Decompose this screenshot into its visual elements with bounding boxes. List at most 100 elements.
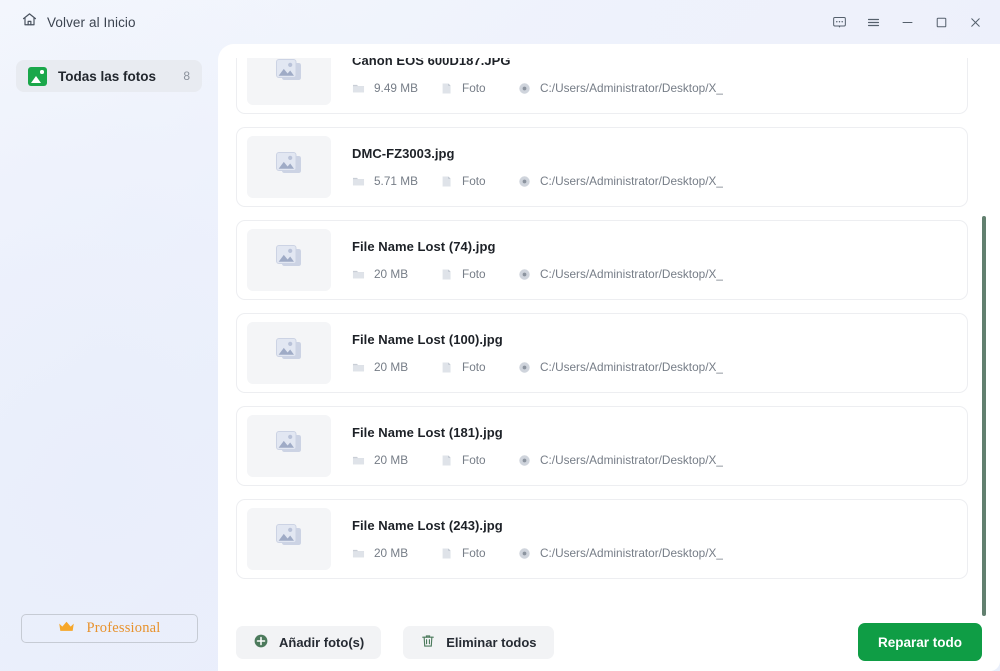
file-info: File Name Lost (243).jpg 20 MB Foto C:/U… (352, 518, 967, 560)
sidebar: Todas las fotos 8 Professional (0, 44, 218, 671)
file-meta: 9.49 MB Foto C:/Users/Administrator/Desk… (352, 81, 967, 95)
file-name: File Name Lost (181).jpg (352, 425, 503, 440)
file-path: C:/Users/Administrator/Desktop/X_ (540, 453, 723, 467)
file-info: File Name Lost (181).jpg 20 MB Foto C:/U… (352, 425, 967, 467)
file-location-icon (518, 547, 531, 560)
footer-toolbar: Añadir foto(s) Eliminar todos Reparar to… (218, 613, 1000, 671)
file-size-icon (352, 361, 365, 374)
minimize-icon[interactable] (890, 7, 924, 37)
file-path: C:/Users/Administrator/Desktop/X_ (540, 267, 723, 281)
file-thumbnail (247, 322, 331, 384)
file-type-icon (440, 454, 453, 467)
file-meta: 20 MB Foto C:/Users/Administrator/Deskto… (352, 360, 967, 374)
file-type-icon (440, 361, 453, 374)
file-list-scrollbar[interactable] (982, 58, 986, 616)
trash-icon (420, 633, 436, 652)
file-name: Canon EOS 600D187.JPG (352, 58, 511, 68)
menu-icon[interactable] (856, 7, 890, 37)
photo-icon (28, 66, 47, 86)
delete-all-label: Eliminar todos (446, 634, 537, 650)
feedback-icon[interactable] (822, 7, 856, 37)
file-location-icon (518, 175, 531, 188)
file-meta: 5.71 MB Foto C:/Users/Administrator/Desk… (352, 174, 967, 188)
file-type: Foto (462, 546, 486, 560)
sidebar-item-all-photos[interactable]: Todas las fotos 8 (16, 60, 202, 92)
title-bar: Volver al Inicio (0, 0, 1000, 44)
file-thumbnail (247, 508, 331, 570)
professional-upgrade-button[interactable]: Professional (21, 614, 198, 643)
image-placeholder-icon (272, 429, 306, 464)
plus-circle-icon (253, 633, 269, 652)
file-path: C:/Users/Administrator/Desktop/X_ (540, 174, 723, 188)
add-photos-button[interactable]: Añadir foto(s) (236, 625, 382, 659)
file-size-icon (352, 547, 365, 560)
back-to-home-button[interactable]: Volver al Inicio (17, 8, 140, 36)
file-row[interactable]: File Name Lost (100).jpg 20 MB Foto C:/U… (236, 313, 968, 393)
file-size: 9.49 MB (374, 81, 418, 95)
file-thumbnail (247, 415, 331, 477)
file-info: Canon EOS 600D187.JPG 9.49 MB Foto C:/Us… (352, 58, 967, 95)
sidebar-item-label: Todas las fotos (58, 68, 157, 84)
file-meta: 20 MB Foto C:/Users/Administrator/Deskto… (352, 267, 967, 281)
image-placeholder-icon (272, 336, 306, 371)
file-thumbnail (247, 136, 331, 198)
file-size: 20 MB (374, 453, 409, 467)
image-placeholder-icon (272, 522, 306, 557)
file-path: C:/Users/Administrator/Desktop/X_ (540, 81, 723, 95)
file-type-icon (440, 268, 453, 281)
file-type-icon (440, 547, 453, 560)
file-info: File Name Lost (100).jpg 20 MB Foto C:/U… (352, 332, 967, 374)
file-name: File Name Lost (100).jpg (352, 332, 503, 347)
app-window: Volver al Inicio Todas las fotos 8 Profe… (0, 0, 1000, 671)
maximize-icon[interactable] (924, 7, 958, 37)
file-thumbnail (247, 229, 331, 291)
sidebar-item-count: 8 (183, 69, 190, 83)
file-size-icon (352, 454, 365, 467)
scrollbar-thumb[interactable] (982, 216, 986, 616)
file-row[interactable]: File Name Lost (243).jpg 20 MB Foto C:/U… (236, 499, 968, 579)
file-location-icon (518, 268, 531, 281)
repair-all-button[interactable]: Reparar todo (858, 623, 982, 661)
file-size-icon (352, 268, 365, 281)
file-name: DMC-FZ3003.jpg (352, 146, 455, 161)
window-controls (822, 0, 992, 44)
close-icon[interactable] (958, 7, 992, 37)
image-placeholder-icon (272, 150, 306, 185)
file-size: 20 MB (374, 360, 409, 374)
file-size: 20 MB (374, 546, 409, 560)
file-row[interactable]: DMC-FZ3003.jpg 5.71 MB Foto C:/Users/Adm… (236, 127, 968, 207)
file-info: File Name Lost (74).jpg 20 MB Foto C:/Us… (352, 239, 967, 281)
file-size-icon (352, 82, 365, 95)
file-name: File Name Lost (74).jpg (352, 239, 496, 254)
file-type: Foto (462, 453, 486, 467)
file-type: Foto (462, 267, 486, 281)
image-placeholder-icon (272, 58, 306, 92)
image-placeholder-icon (272, 243, 306, 278)
file-type: Foto (462, 81, 486, 95)
file-location-icon (518, 361, 531, 374)
file-size: 20 MB (374, 267, 409, 281)
delete-all-button[interactable]: Eliminar todos (403, 625, 554, 659)
file-location-icon (518, 454, 531, 467)
professional-label: Professional (86, 620, 161, 636)
file-info: DMC-FZ3003.jpg 5.71 MB Foto C:/Users/Adm… (352, 146, 967, 188)
file-name: File Name Lost (243).jpg (352, 518, 503, 533)
file-row[interactable]: File Name Lost (181).jpg 20 MB Foto C:/U… (236, 406, 968, 486)
file-path: C:/Users/Administrator/Desktop/X_ (540, 546, 723, 560)
home-icon (21, 11, 38, 33)
main-panel: Canon EOS 600D187.JPG 9.49 MB Foto C:/Us… (218, 44, 1000, 671)
file-path: C:/Users/Administrator/Desktop/X_ (540, 360, 723, 374)
file-type: Foto (462, 174, 486, 188)
file-type: Foto (462, 360, 486, 374)
crown-icon (58, 620, 75, 638)
file-row[interactable]: Canon EOS 600D187.JPG 9.49 MB Foto C:/Us… (236, 58, 968, 114)
file-row[interactable]: File Name Lost (74).jpg 20 MB Foto C:/Us… (236, 220, 968, 300)
file-thumbnail (247, 58, 331, 105)
file-list: Canon EOS 600D187.JPG 9.49 MB Foto C:/Us… (236, 58, 982, 613)
file-size: 5.71 MB (374, 174, 418, 188)
file-type-icon (440, 82, 453, 95)
add-photos-label: Añadir foto(s) (279, 634, 365, 650)
file-type-icon (440, 175, 453, 188)
file-size-icon (352, 175, 365, 188)
file-location-icon (518, 82, 531, 95)
